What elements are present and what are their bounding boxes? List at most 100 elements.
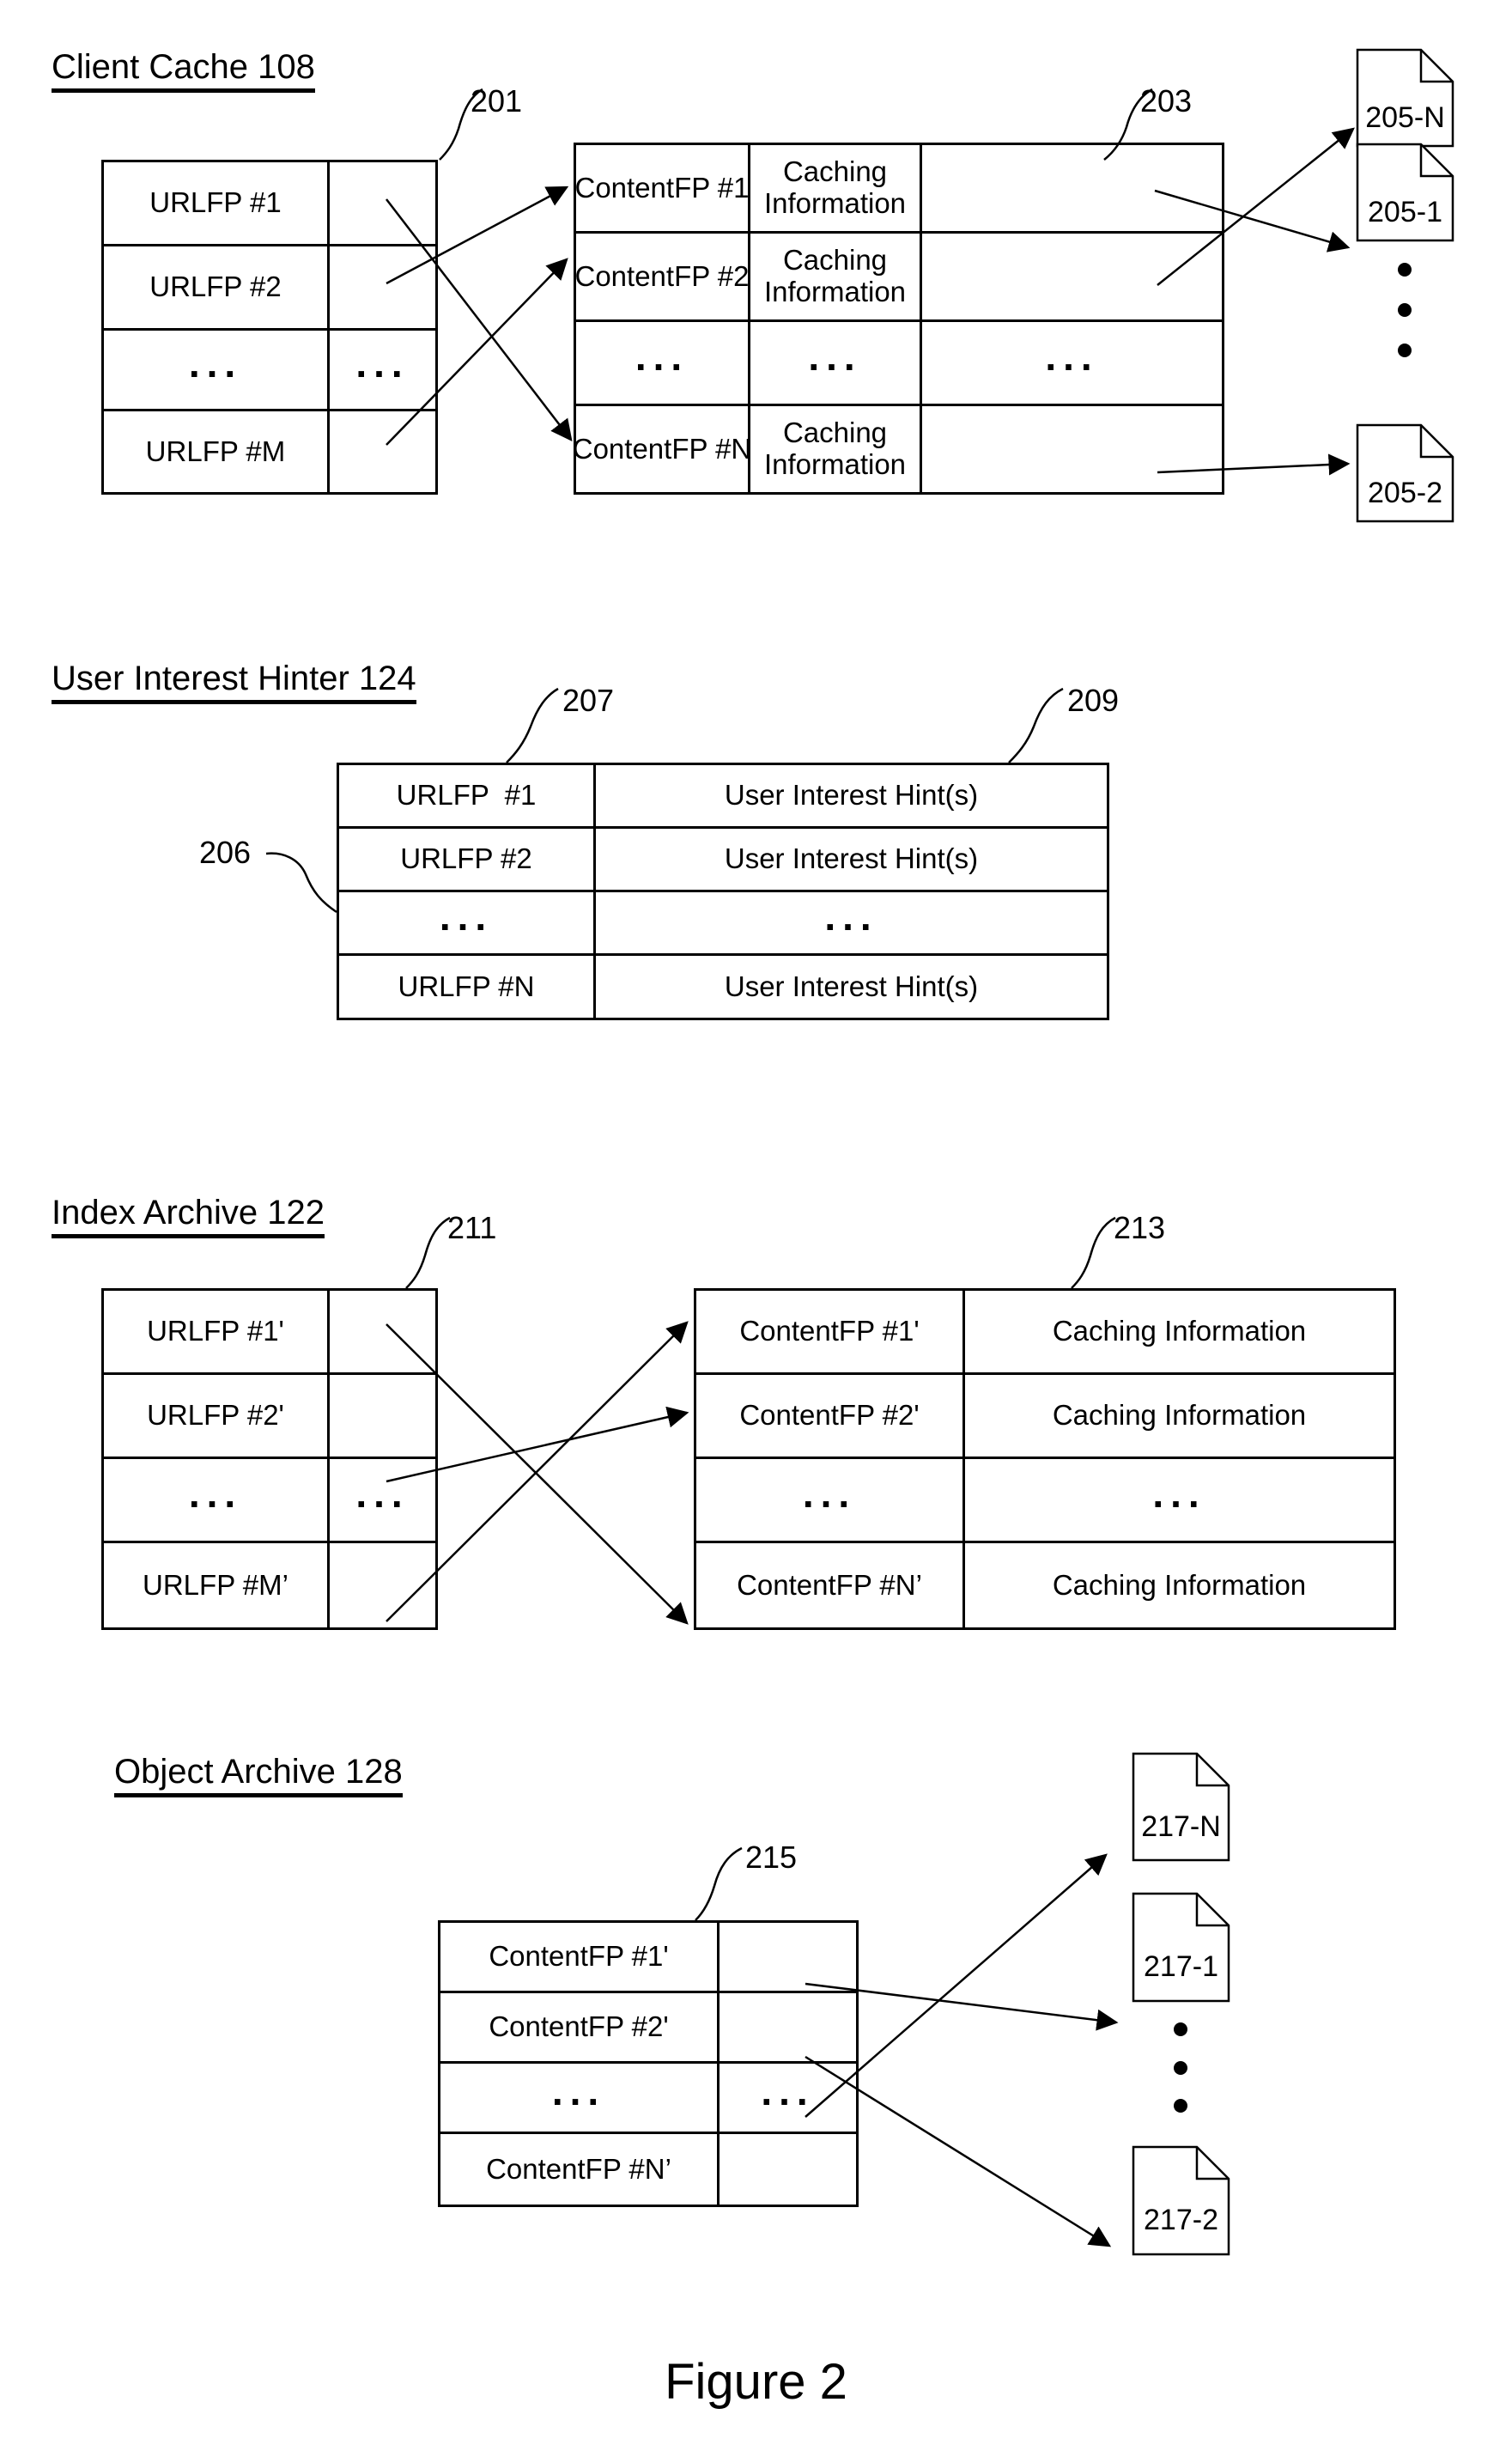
cell-pointer [720,1993,856,2061]
cell-ellipsis: ... [440,2064,720,2132]
table-content-fingerprints-203: ContentFP #1 Caching Information Content… [573,143,1224,495]
cell-caching-information: Caching Information [1052,1399,1307,1432]
table-row: ContentFP #2' [440,1993,856,2064]
table-row: ContentFP #2 Caching Information [574,234,1222,322]
cell-ellipsis: ... [696,1459,965,1541]
cell-contentfp: ContentFP #2 [574,234,750,319]
document-icon-217-n: 217-N [1133,1754,1229,1860]
cell-pointer [330,246,435,328]
table-row-ellipsis: ... ... [440,2064,856,2134]
table-row-ellipsis: ... ... [104,1459,435,1543]
table-row: URLFP #2 User Interest Hint(s) [339,829,1107,892]
table-row-ellipsis: ... ... [339,892,1107,956]
cell-pointer [720,1923,856,1991]
table-content-fingerprints-213: ContentFP #1' Caching Information Conten… [694,1288,1396,1630]
document-label: 205-2 [1368,477,1442,509]
cell-pointer [330,1291,435,1372]
table-row-ellipsis: ... ... ... [576,322,1222,406]
document-label: 217-2 [1144,2204,1218,2236]
cell-pointer [720,2134,856,2205]
cell-urlfp: URLFP #2 [104,246,330,328]
cell-user-interest-hints: User Interest Hint(s) [724,970,979,1002]
table-row: ContentFP #N’ Caching Information [696,1543,1394,1627]
cell-pointer [922,406,1222,492]
cell-pointer [330,411,435,492]
document-icon-205-1: 205-1 [1357,144,1453,240]
cell-contentfp: ContentFP #2' [440,1993,720,2061]
table-row-ellipsis: ... ... [104,331,435,411]
cell-urlfp: URLFP #1 [104,162,330,244]
table-row: ContentFP #1' [440,1923,856,1993]
vertical-ellipsis-icon [1167,2022,1194,2113]
table-row: URLFP #1 User Interest Hint(s) [339,765,1107,829]
cell-caching-information: Caching Information [1052,1315,1307,1347]
table-url-fingerprints-201: URLFP #1 URLFP #2 ... ... URLFP #M [101,160,438,495]
document-label: 205-1 [1368,196,1442,228]
table-row: URLFP #2' [104,1375,435,1459]
cell-urlfp: URLFP #M [104,411,330,492]
document-icon-217-1: 217-1 [1133,1894,1229,2001]
table-object-archive-215: ContentFP #1' ContentFP #2' ... ... Cont… [438,1920,859,2207]
ref-numeral-209: 209 [1067,683,1120,718]
table-row: URLFP #2 [104,246,435,331]
cell-contentfp: ContentFP #N’ [440,2134,720,2205]
cell-urlfp: URLFP #1' [104,1291,330,1372]
cell-caching-information: Caching Information [750,406,922,492]
document-icon-205-n: 205-N [1357,50,1453,146]
cell-ellipsis: ... [355,340,410,386]
table-row: ContentFP #N’ [440,2134,856,2205]
section-heading-client-cache: Client Cache 108 [52,50,315,93]
cell-pointer [330,162,435,244]
cell-user-interest-hints: User Interest Hint(s) [724,779,979,812]
cell-caching-information: Caching Information [750,145,922,231]
cell-ellipsis: ... [104,1459,330,1541]
table-row: URLFP #M’ [104,1543,435,1627]
table-row: ContentFP #1' Caching Information [696,1291,1394,1375]
document-label: 205-N [1365,101,1445,134]
table-row: ContentFP #N Caching Information [573,406,1222,492]
table-row: URLFP #1 [104,162,435,246]
cell-ellipsis: ... [339,892,596,953]
document-label: 217-N [1141,1810,1221,1843]
ref-numeral-211: 211 [447,1210,497,1245]
cell-pointer [922,145,1222,231]
table-row: ContentFP #1 Caching Information [574,145,1222,234]
cell-contentfp: ContentFP #1' [696,1291,965,1372]
table-url-fingerprints-211: URLFP #1' URLFP #2' ... ... URLFP #M’ [101,1288,438,1630]
cell-ellipsis: ... [104,331,330,409]
cell-urlfp: URLFP #N [339,956,596,1018]
section-heading-index-archive: Index Archive 122 [52,1195,325,1238]
table-row-ellipsis: ... ... [696,1459,1394,1543]
cell-ellipsis: ... [824,893,878,939]
cell-pointer [922,234,1222,319]
cell-urlfp: URLFP #2 [339,829,596,890]
section-heading-user-interest-hinter: User Interest Hinter 124 [52,661,416,704]
cell-contentfp: ContentFP #N’ [696,1543,965,1627]
figure-caption: Figure 2 [665,2354,847,2410]
cell-contentfp: ContentFP #1' [440,1923,720,1991]
ref-numeral-201: 201 [471,83,523,119]
cell-user-interest-hints: User Interest Hint(s) [724,842,979,875]
cell-pointer [330,1375,435,1457]
cell-contentfp: ContentFP #1 [574,145,750,231]
table-row: ContentFP #2' Caching Information [696,1375,1394,1459]
table-user-interest-hints-206: URLFP #1 User Interest Hint(s) URLFP #2 … [337,763,1109,1020]
document-icon-205-2: 205-2 [1357,425,1453,521]
figure-page: Client Cache 108 201 203 URLFP #1 URLFP … [0,0,1512,2457]
cell-urlfp: URLFP #2' [104,1375,330,1457]
cell-pointer [330,1543,435,1627]
cell-ellipsis: ... [576,322,750,404]
ref-numeral-203: 203 [1140,83,1193,119]
vertical-ellipsis-icon [1391,263,1418,357]
document-label: 217-1 [1144,1950,1218,1983]
cell-caching-information: Caching Information [750,234,922,319]
cell-ellipsis: ... [750,322,922,404]
cell-caching-information: Caching Information [1052,1568,1307,1601]
document-icon-217-2: 217-2 [1133,2147,1229,2254]
cell-urlfp: URLFP #M’ [104,1543,330,1627]
table-row: URLFP #M [104,411,435,492]
ref-numeral-215: 215 [745,1840,798,1875]
table-row: URLFP #N User Interest Hint(s) [339,956,1107,1018]
ref-numeral-213: 213 [1114,1210,1166,1245]
table-row: URLFP #1' [104,1291,435,1375]
